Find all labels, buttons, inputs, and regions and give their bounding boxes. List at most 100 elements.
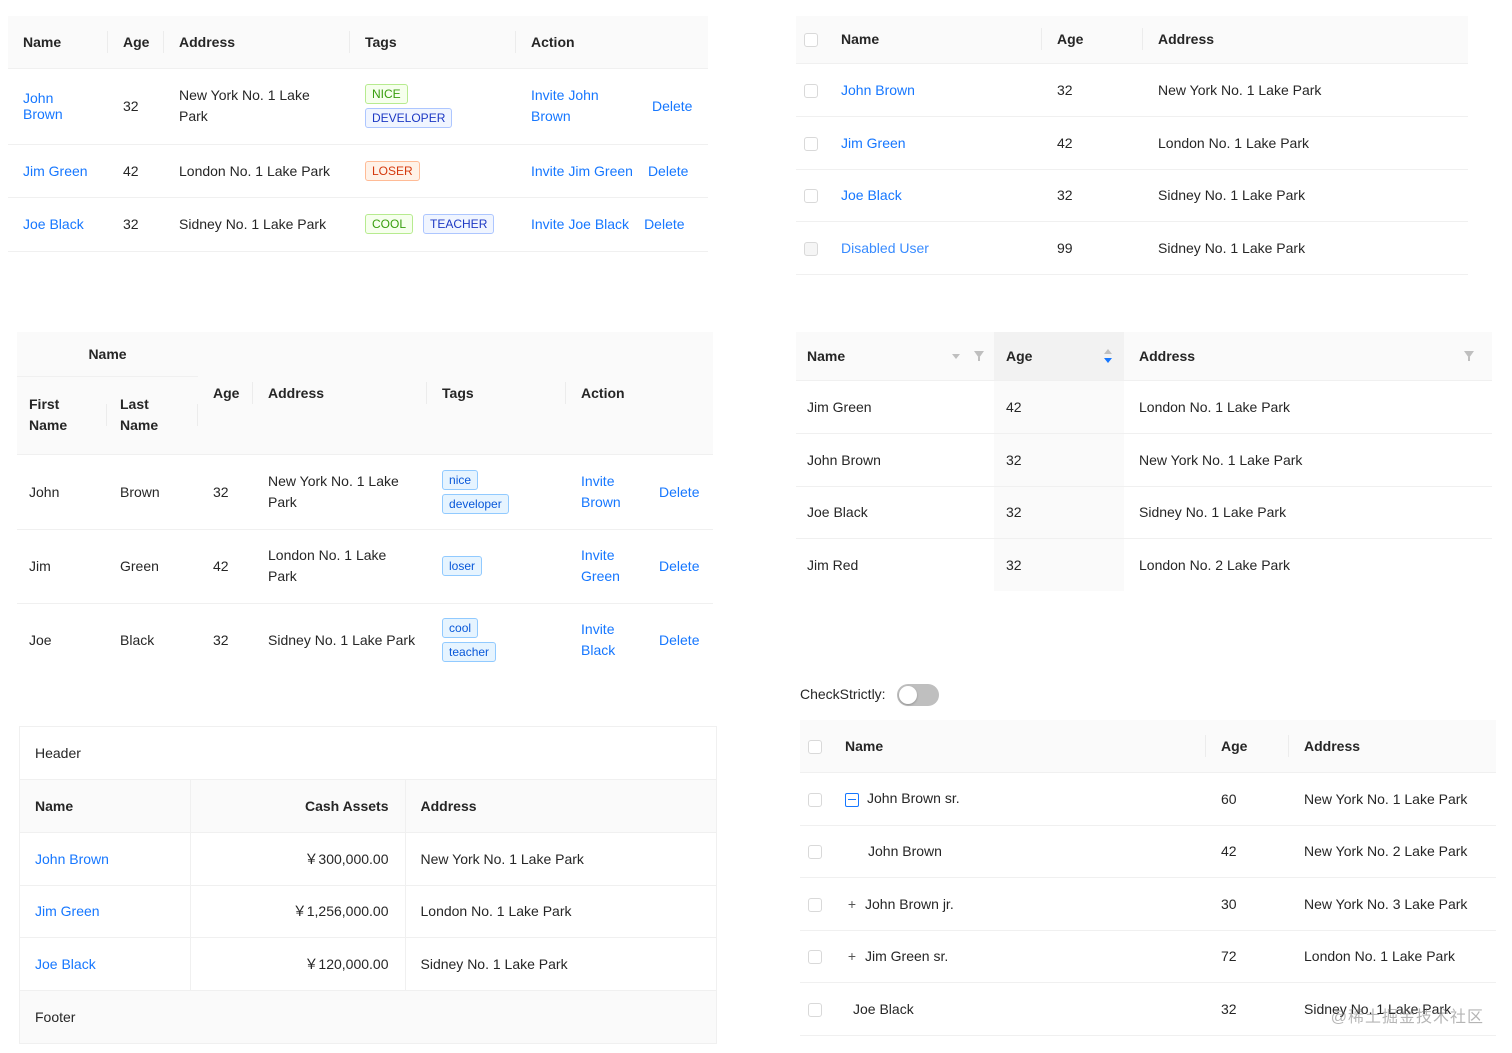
sort-caret-icon[interactable]	[952, 353, 960, 359]
col-header-address[interactable]: Address	[1124, 332, 1492, 381]
expand-icon[interactable]: +	[845, 948, 859, 964]
check-strictly-switch[interactable]	[897, 684, 940, 707]
row-checkbox[interactable]	[804, 189, 818, 204]
check-strictly-toggle-row: CheckStrictly:	[800, 682, 940, 707]
col-header-age: Age	[1206, 720, 1289, 773]
name-link[interactable]: Jim Green	[841, 135, 906, 151]
name-cell: Jim Green	[796, 380, 994, 434]
delete-link[interactable]: Delete	[652, 98, 692, 114]
address-cell: London No. 1 Lake Park	[405, 885, 716, 938]
row-checkbox[interactable]	[808, 792, 822, 807]
name-link[interactable]: Jim Green	[35, 903, 100, 919]
table-row: Jim Green ￥1,256,000.00 London No. 1 Lak…	[20, 885, 716, 938]
invite-link[interactable]: Invite Black	[581, 619, 659, 661]
select-all-checkbox[interactable]	[808, 739, 822, 754]
delete-link[interactable]: Delete	[659, 632, 699, 648]
name-link[interactable]: Disabled User	[841, 240, 929, 256]
invite-link[interactable]: Invite John Brown	[531, 85, 652, 127]
name-link[interactable]: Joe Black	[23, 216, 84, 232]
selection-table: Name Age Address John Brown 32 New York …	[796, 16, 1468, 275]
col-group-header-name: Name	[17, 332, 199, 377]
invite-link[interactable]: Invite Joe Black	[531, 216, 629, 232]
delete-link[interactable]: Delete	[659, 484, 699, 500]
row-checkbox[interactable]	[804, 83, 818, 98]
age-cell: 42	[994, 380, 1124, 434]
col-header-action: Action	[566, 332, 714, 455]
age-cell: 32	[994, 486, 1124, 539]
col-header-age[interactable]: Age	[994, 332, 1124, 381]
col-header-cash-assets: Cash Assets	[190, 780, 406, 833]
select-all-checkbox[interactable]	[804, 33, 818, 48]
age-cell: 32	[1042, 169, 1143, 222]
delete-link[interactable]: Delete	[648, 163, 688, 179]
col-header-age: Age	[1042, 16, 1143, 64]
row-checkbox[interactable]	[808, 950, 822, 965]
tag-teacher: teacher	[442, 642, 497, 663]
address-cell: London No. 1 Lake Park	[253, 529, 428, 604]
select-all-cell	[796, 16, 826, 64]
name-link[interactable]: John Brown	[35, 851, 109, 867]
row-checkbox[interactable]	[808, 1002, 822, 1017]
row-checkbox[interactable]	[808, 845, 822, 860]
grouped-header-table: Name Age Address Tags Action First Name L…	[17, 332, 714, 677]
table-row: Jim Green 42 London No. 1 Lake Park loser…	[17, 529, 714, 604]
row-checkbox[interactable]	[804, 136, 818, 151]
table-row: John Brown 32 New York No. 1 Lake Park ni…	[17, 454, 714, 530]
tag-developer: DEVELOPER	[365, 108, 453, 128]
last-name-cell: Black	[120, 632, 155, 649]
age-cell: 32	[198, 454, 254, 530]
collapse-icon[interactable]	[845, 792, 859, 807]
name-link[interactable]: John Brown	[8, 68, 108, 145]
col-header-last-name: Last Name	[107, 376, 199, 455]
tag-cool: cool	[442, 618, 479, 639]
sort-filter-table: Name Age Address Jim Green 42 London No.…	[796, 332, 1492, 591]
tag-cool: COOL	[365, 214, 414, 234]
age-cell: 42	[1206, 825, 1289, 878]
address-cell: London No. 1 Lake Park	[1143, 116, 1468, 170]
delete-link[interactable]: Delete	[644, 216, 684, 232]
age-cell: 32	[1206, 982, 1289, 1036]
filter-icon[interactable]	[1464, 350, 1474, 361]
age-cell: 99	[1042, 221, 1143, 275]
name-cell: Joe Black	[796, 486, 994, 539]
expand-icon[interactable]: +	[845, 896, 859, 912]
filter-icon[interactable]	[974, 350, 984, 361]
invite-link[interactable]: Invite Brown	[581, 471, 659, 513]
invite-link[interactable]: Invite Jim Green	[531, 163, 633, 179]
table-row: Jim Green 42 London No. 1 Lake Park LOSE…	[8, 144, 708, 198]
table-row: + John Brown jr. 30 New York No. 3 Lake P…	[800, 877, 1496, 931]
table-row: John Brown 42 New York No. 2 Lake Park	[800, 825, 1496, 878]
select-all-cell	[800, 720, 830, 773]
col-header-name: Name	[826, 16, 1042, 64]
table-row: John Brown sr. 60 New York No. 1 Lake Pa…	[800, 772, 1496, 826]
age-cell: 42	[198, 529, 254, 604]
age-cell: 32	[994, 433, 1124, 487]
name-link[interactable]: John Brown	[841, 82, 915, 98]
row-checkbox[interactable]	[808, 897, 822, 912]
bordered-table: Header Name Cash Assets Address John Bro…	[19, 726, 717, 1044]
address-cell: New York No. 1 Lake Park	[1289, 772, 1496, 826]
name-link[interactable]: Joe Black	[35, 956, 96, 972]
table-row: Jim Green 42 London No. 1 Lake Park	[796, 116, 1468, 170]
col-header-address: Address	[405, 780, 716, 833]
action-cell: Invite John Brown Delete	[516, 68, 708, 145]
table-row: John Brown 32 New York No. 1 Lake Park	[796, 433, 1492, 487]
name-link[interactable]: Joe Black	[841, 187, 902, 203]
table-row: Joe Black 32 Sidney No. 1 Lake Park cool…	[17, 603, 713, 677]
address-cell: London No. 1 Lake Park	[1289, 930, 1496, 983]
sort-icon[interactable]	[1104, 348, 1112, 363]
action-cell: Invite Jim Green Delete	[516, 144, 708, 198]
address-cell: Sidney No. 1 Lake Park	[1143, 169, 1468, 222]
age-cell: 32	[213, 632, 229, 649]
tag-nice: nice	[442, 469, 479, 490]
table-row: Joe Black 32 Sidney No. 1 Lake Park COOL…	[8, 197, 708, 252]
name-link[interactable]: Jim Green	[23, 163, 88, 179]
tags-cell: loser	[427, 529, 567, 604]
tag-loser: LOSER	[365, 160, 420, 181]
address-cell: New York No. 1 Lake Park	[164, 68, 350, 145]
invite-link[interactable]: Invite Green	[581, 545, 659, 587]
age-cell: 32	[108, 197, 164, 252]
col-header-name[interactable]: Name	[796, 332, 994, 381]
table-row: Joe Black 32 Sidney No. 1 Lake Park	[796, 169, 1468, 222]
delete-link[interactable]: Delete	[659, 558, 699, 574]
